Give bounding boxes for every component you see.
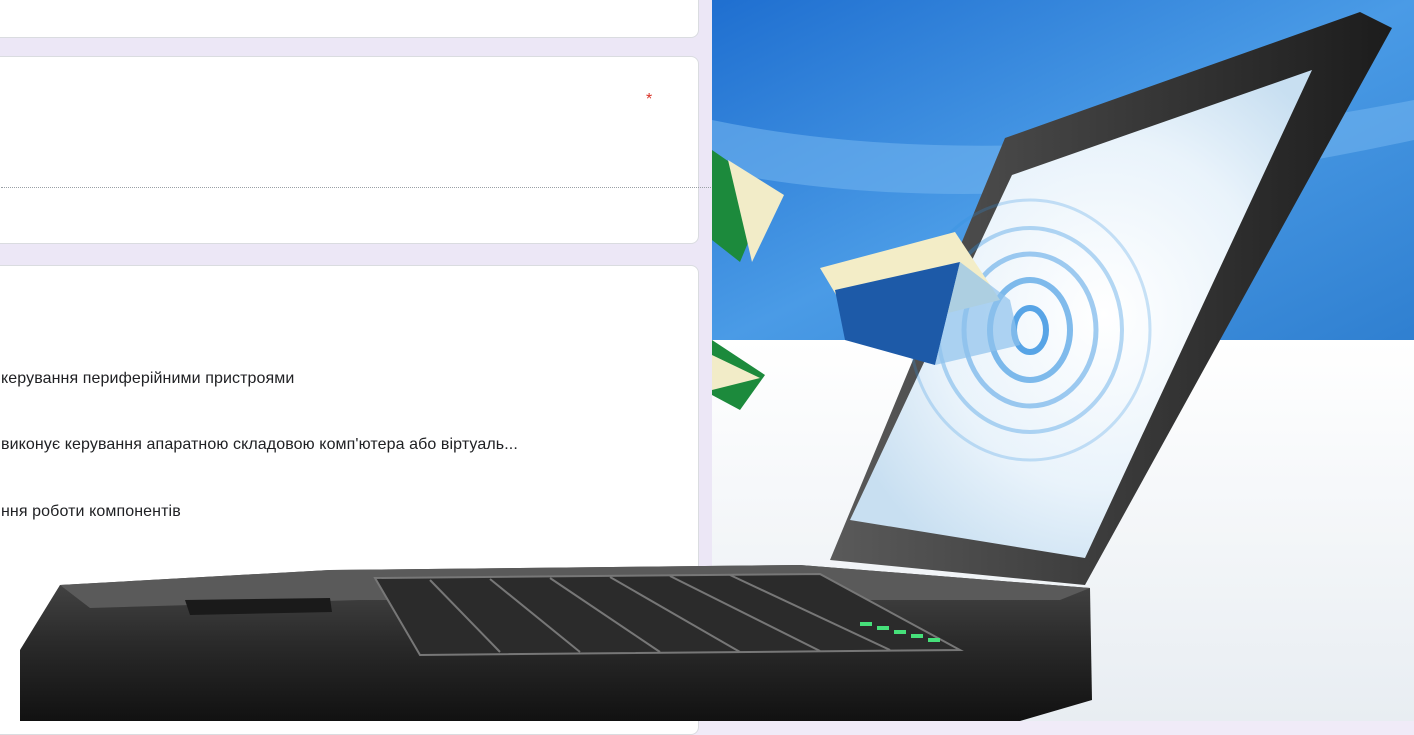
touchpad — [185, 598, 332, 615]
laptop-illustration — [20, 0, 1414, 721]
